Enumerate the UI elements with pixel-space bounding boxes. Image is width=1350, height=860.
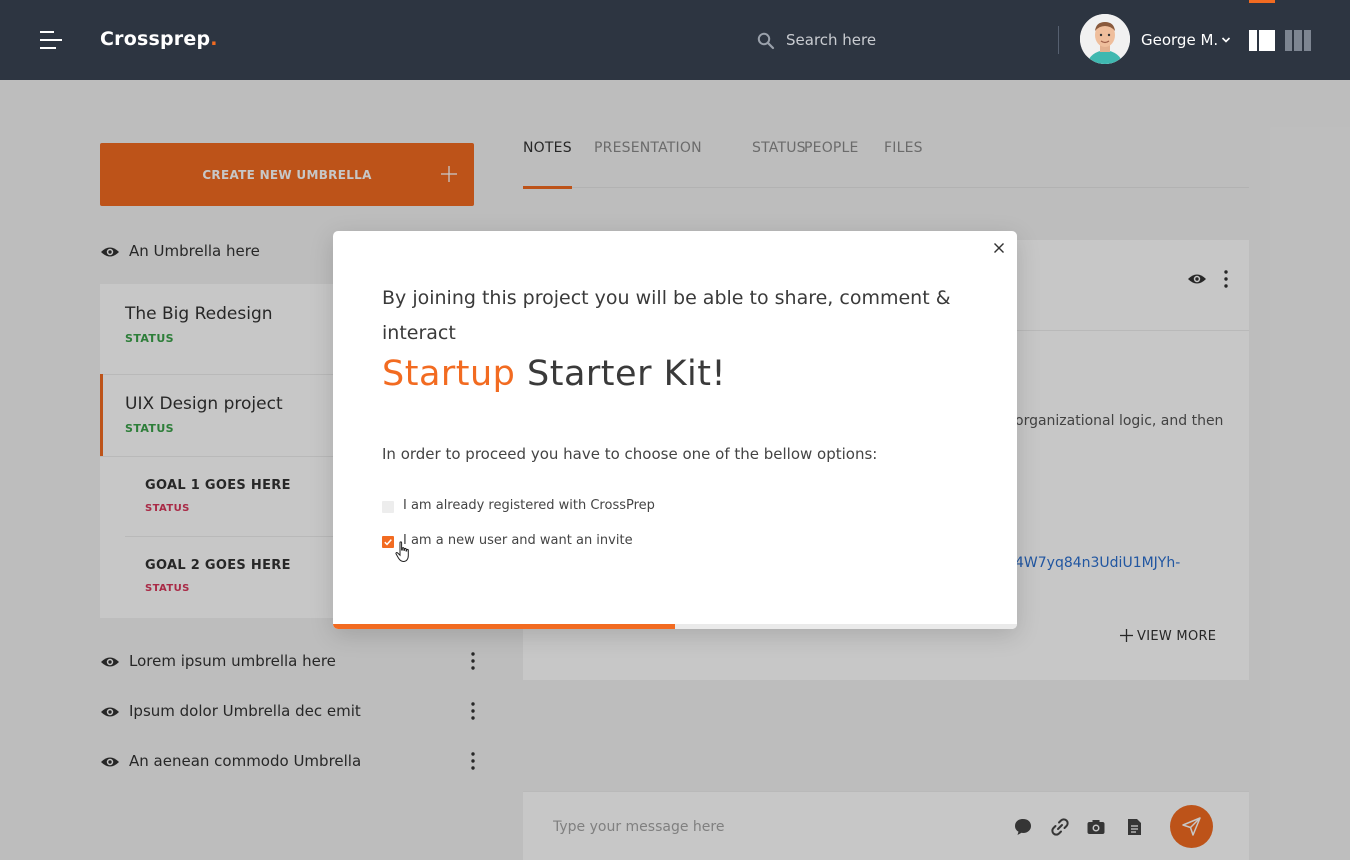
- brand-logo[interactable]: Crossprep.: [100, 28, 218, 50]
- option-label: I am a new user and want an invite: [403, 533, 633, 548]
- join-project-modal: By joining this project you will be able…: [333, 231, 1017, 629]
- modal-progress-fill: [333, 624, 675, 629]
- modal-progress: [333, 624, 1017, 629]
- menu-icon[interactable]: [40, 31, 62, 49]
- brand-name: Crossprep: [100, 28, 211, 50]
- modal-title-accent: Startup: [382, 354, 516, 394]
- search-icon[interactable]: [757, 32, 775, 50]
- user-name[interactable]: George M.: [1141, 31, 1218, 49]
- modal-instruction: In order to proceed you have to choose o…: [382, 445, 878, 463]
- layout-single-icon[interactable]: [1249, 30, 1275, 51]
- option-checkbox[interactable]: [382, 501, 394, 513]
- modal-title-rest: Starter Kit!: [515, 354, 727, 394]
- layout-columns-icon[interactable]: [1285, 30, 1311, 51]
- close-icon[interactable]: [992, 241, 1006, 255]
- modal-intro: By joining this project you will be able…: [382, 287, 951, 344]
- avatar-image: [1080, 14, 1130, 64]
- option-label: I am already registered with CrossPrep: [403, 498, 655, 513]
- brand-dot: .: [210, 28, 218, 50]
- chevron-down-icon[interactable]: [1221, 36, 1231, 44]
- option-checkbox-checked[interactable]: [382, 536, 394, 548]
- active-layout-indicator: [1249, 0, 1275, 3]
- modal-title: Startup Starter Kit!: [382, 354, 726, 394]
- avatar[interactable]: [1080, 14, 1130, 64]
- search-input[interactable]: [786, 28, 1026, 52]
- hand-cursor-icon: [395, 541, 409, 563]
- header-divider: [1058, 26, 1059, 54]
- checkmark-icon: [384, 539, 392, 546]
- app-header: Crossprep. George M.: [0, 0, 1350, 80]
